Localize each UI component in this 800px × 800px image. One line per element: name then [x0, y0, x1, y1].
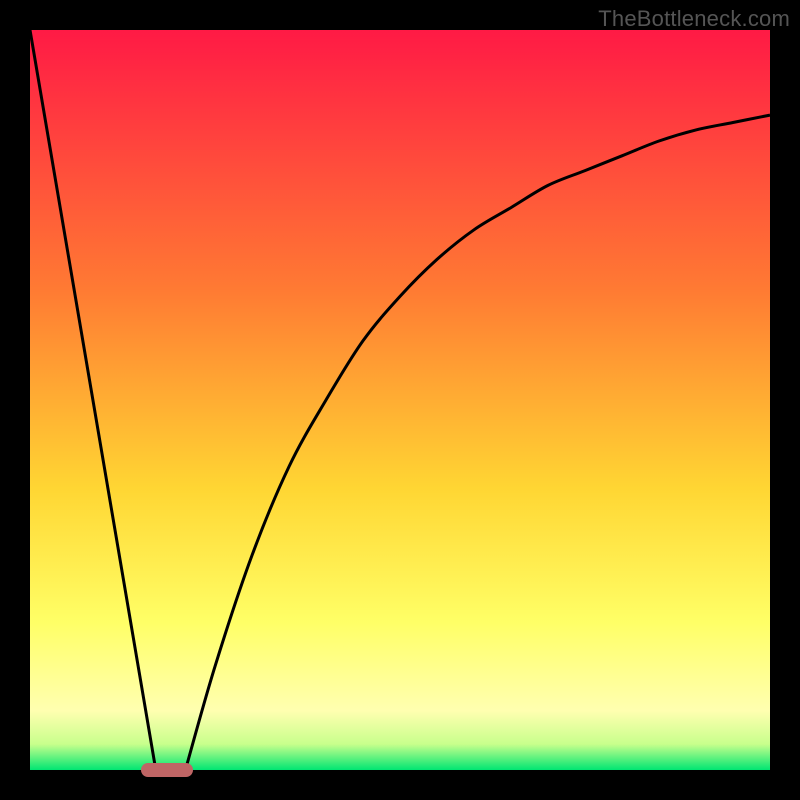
- attribution-text: TheBottleneck.com: [598, 6, 790, 32]
- curve-right: [185, 115, 770, 770]
- chart-curve-layer: [30, 30, 770, 770]
- chart-frame: [30, 30, 770, 770]
- bottleneck-marker: [141, 763, 193, 777]
- curve-left-slope: [30, 30, 156, 770]
